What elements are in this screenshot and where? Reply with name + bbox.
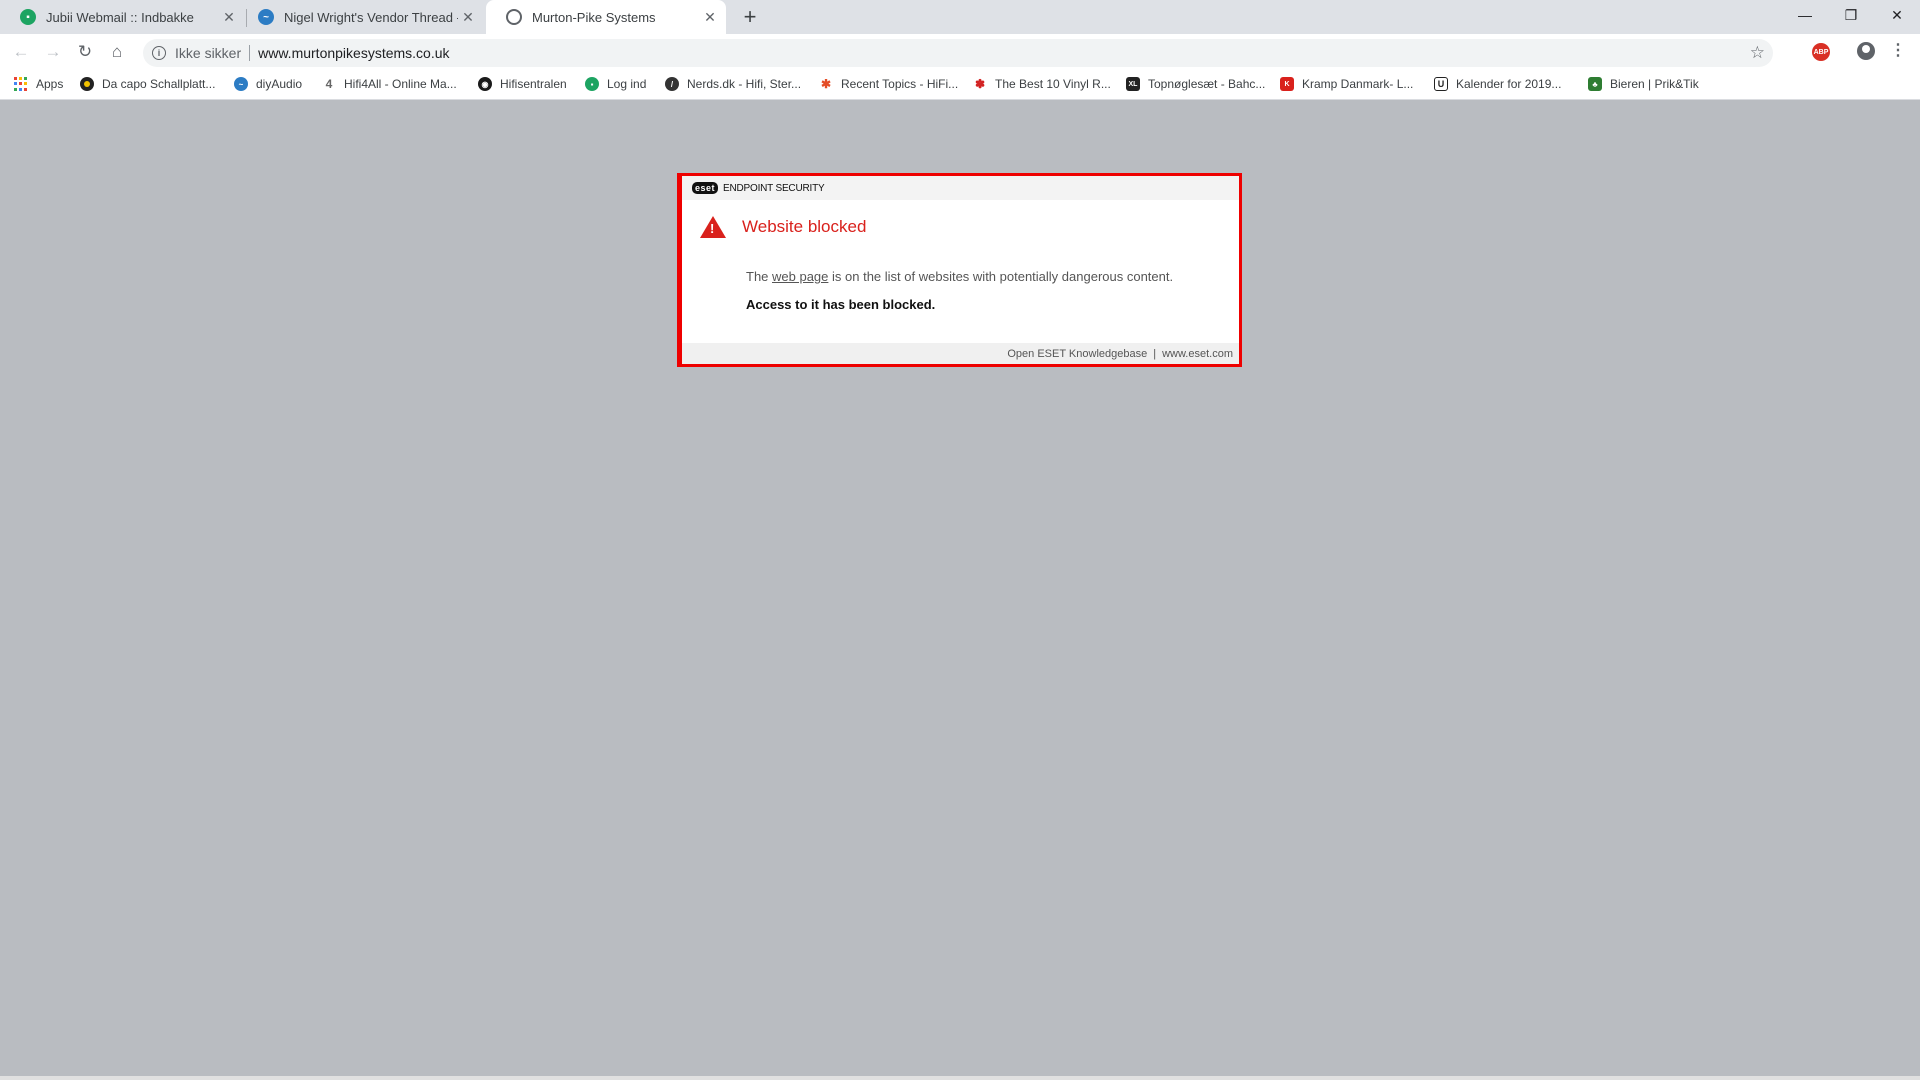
divider (249, 45, 251, 61)
bookmark-hifisentralen[interactable]: ◉ Hifisentralen (478, 77, 567, 91)
tab-title: Nigel Wright's Vendor Thread - F (284, 9, 458, 25)
login-icon: ▪ (585, 77, 599, 91)
yelp-icon: ✽ (974, 77, 986, 91)
bookmark-kramp[interactable]: K Kramp Danmark- L... (1280, 77, 1413, 91)
dacapo-icon (80, 77, 94, 91)
tab-jubii-webmail[interactable]: ▪ Jubii Webmail :: Indbakke ✕ (0, 0, 245, 34)
eset-header: eset ENDPOINT SECURITY (682, 176, 1239, 200)
eset-block-dialog: eset ENDPOINT SECURITY ! Website blocked… (677, 173, 1242, 367)
bookmark-label: Log ind (607, 77, 647, 91)
joomla-icon: ✱ (820, 77, 832, 91)
close-icon[interactable]: ✕ (700, 9, 720, 26)
home-button[interactable]: ⌂ (103, 38, 131, 66)
restore-button[interactable]: ❐ (1828, 0, 1874, 30)
bookmark-label: Hifi4All - Online Ma... (344, 77, 457, 91)
eset-logo: eset (692, 182, 719, 194)
eset-access-blocked: Access to it has been blocked. (746, 297, 936, 312)
bookmark-vinyl[interactable]: ✽ The Best 10 Vinyl R... (973, 77, 1111, 91)
eset-title: Website blocked (742, 217, 867, 236)
minimize-button[interactable]: — (1782, 0, 1828, 30)
bookmark-label: Kramp Danmark- L... (1302, 77, 1414, 91)
u-icon: U (1434, 77, 1448, 91)
eset-message-pre: The (746, 269, 773, 284)
eset-product-name: ENDPOINT SECURITY (723, 182, 825, 194)
eset-message-post: is on the list of websites with potentia… (828, 269, 1174, 284)
eset-knowledgebase-link[interactable]: Open ESET Knowledgebase (1007, 348, 1147, 360)
bookmark-diyaudio[interactable]: ~ diyAudio (234, 77, 302, 91)
bookmark-label: Nerds.dk - Hifi, Ster... (687, 77, 802, 91)
bookmark-log-ind[interactable]: ▪ Log ind (585, 77, 646, 91)
new-tab-button[interactable]: + (736, 0, 764, 34)
bookmark-label: Recent Topics - HiFi... (841, 77, 959, 91)
reload-button[interactable]: ↻ (71, 38, 99, 66)
adblock-plus-icon[interactable]: ABP (1812, 43, 1830, 61)
bookmark-label: Hifisentralen (500, 77, 567, 91)
bookmark-label: diyAudio (256, 77, 303, 91)
tab-murton-pike[interactable]: Murton-Pike Systems ✕ (486, 0, 726, 34)
bookmark-recent-topics[interactable]: ✱ Recent Topics - HiFi... (819, 77, 958, 91)
footer-separator: | (1153, 347, 1157, 360)
warning-icon: ! (700, 216, 726, 238)
browser-toolbar: ← → ↻ ⌂ i Ikke sikker www.murtonpikesyst… (0, 34, 1920, 70)
bookmark-label: Apps (36, 77, 64, 91)
jubii-icon: ▪ (20, 9, 36, 25)
info-icon[interactable]: i (152, 46, 166, 60)
bookmark-star-icon[interactable]: ☆ (1750, 43, 1765, 63)
bookmark-hifi4all[interactable]: 4 Hifi4All - Online Ma... (322, 77, 457, 91)
address-bar[interactable]: i Ikke sikker www.murtonpikesystems.co.u… (143, 39, 1773, 67)
back-button[interactable]: ← (7, 38, 35, 66)
bookmark-nerds[interactable]: / Nerds.dk - Hifi, Ster... (665, 77, 801, 91)
apps-grid-icon (14, 77, 28, 91)
kramp-icon: K (1280, 77, 1294, 91)
bookmark-label: Kalender for 2019... (1456, 77, 1562, 91)
profile-icon[interactable] (1857, 42, 1875, 60)
diyaudio-icon: ~ (258, 9, 274, 25)
eset-website-link[interactable]: www.eset.com (1162, 348, 1233, 360)
nerds-icon: / (665, 77, 679, 91)
bookmark-kalender[interactable]: U Kalender for 2019... (1434, 77, 1561, 91)
eset-message: The web page is on the list of websites … (746, 269, 1173, 284)
diyaudio-icon: ~ (234, 77, 248, 91)
tab-title: Murton-Pike Systems (532, 9, 656, 25)
bookmark-label: The Best 10 Vinyl R... (995, 77, 1111, 91)
eset-footer: Open ESET Knowledgebase | www.eset.com (682, 343, 1239, 364)
eset-title-row: ! Website blocked (700, 216, 866, 238)
tab-strip: ▪ Jubii Webmail :: Indbakke ✕ ~ Nigel Wr… (0, 0, 1920, 34)
bookmark-bieren[interactable]: ♣ Bieren | Prik&Tik (1588, 77, 1699, 91)
url-text[interactable]: www.murtonpikesystems.co.uk (258, 45, 449, 61)
tab-nigel-wright[interactable]: ~ Nigel Wright's Vendor Thread - F ✕ (238, 0, 484, 34)
close-window-button[interactable]: ✕ (1874, 0, 1920, 30)
bookmark-dacapo[interactable]: Da capo Schallplatt... (80, 77, 215, 91)
bookmark-apps[interactable]: Apps (14, 77, 63, 91)
security-label[interactable]: Ikke sikker (175, 45, 241, 61)
hifisentralen-icon: ◉ (478, 77, 492, 91)
status-bar (0, 1076, 1920, 1080)
hifi4all-icon: 4 (325, 77, 333, 91)
globe-icon (506, 9, 522, 25)
bookmark-label: Topnøglesæt - Bahc... (1148, 77, 1266, 91)
forward-button[interactable]: → (39, 38, 67, 66)
web-page-link[interactable]: web page (772, 269, 828, 284)
bieren-icon: ♣ (1588, 77, 1602, 91)
close-icon[interactable]: ✕ (219, 9, 239, 26)
bookmarks-bar: Apps Da capo Schallplatt... ~ diyAudio 4… (0, 70, 1920, 100)
bookmark-topnoglesaet[interactable]: XL Topnøglesæt - Bahc... (1126, 77, 1265, 91)
tab-title: Jubii Webmail :: Indbakke (46, 9, 194, 25)
xl-icon: XL (1126, 77, 1140, 91)
bookmark-label: Da capo Schallplatt... (102, 77, 216, 91)
bookmark-label: Bieren | Prik&Tik (1610, 77, 1699, 91)
menu-icon[interactable]: ⋮ (1890, 40, 1906, 60)
close-icon[interactable]: ✕ (458, 9, 478, 26)
